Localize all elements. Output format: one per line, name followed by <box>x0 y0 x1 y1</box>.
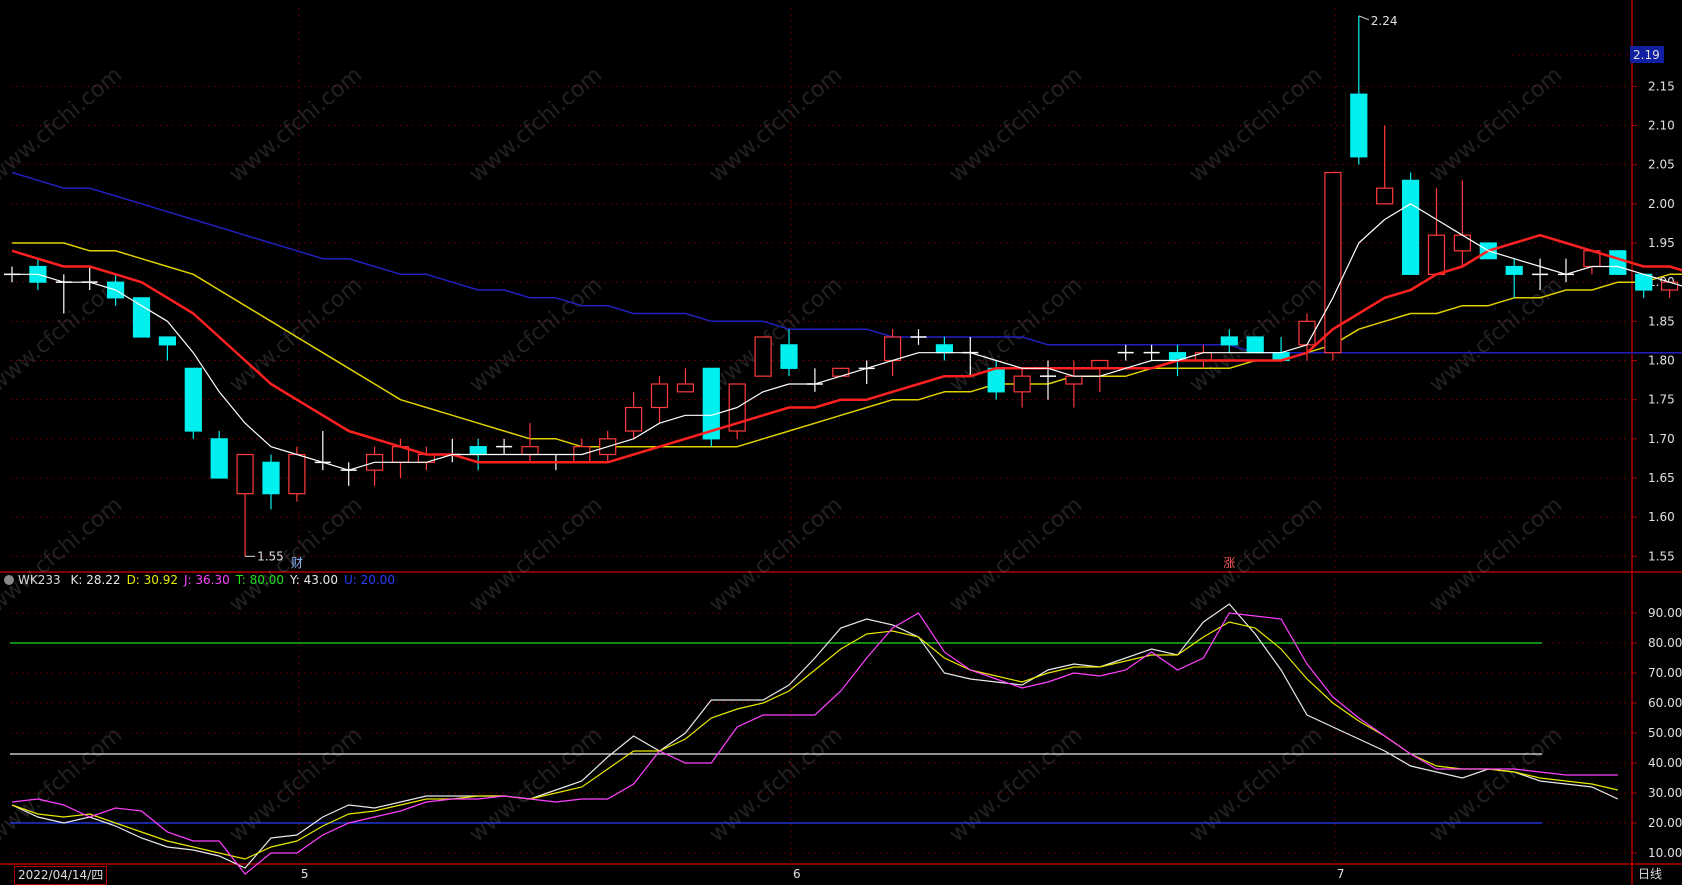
watermark-text: www.cfchi.com <box>465 492 607 617</box>
price-tick-label: 2.05 <box>1648 158 1675 172</box>
candle-body <box>1453 234 1472 252</box>
watermark-text: www.cfchi.com <box>225 272 367 397</box>
indicator-tick-label: 80.00 <box>1648 636 1682 650</box>
watermark-text: www.cfchi.com <box>465 272 607 397</box>
period-label[interactable]: 日线 <box>1638 866 1662 883</box>
watermark-text: www.cfchi.com <box>1425 272 1567 397</box>
legend-item: K: 28.22 <box>70 573 121 587</box>
price-tick-label: 1.75 <box>1648 393 1675 407</box>
watermark-text: www.cfchi.com <box>1425 722 1567 847</box>
high-pointer <box>1358 15 1369 21</box>
candle-body <box>132 297 151 338</box>
watermark-text: www.cfchi.com <box>1185 722 1327 847</box>
price-tick-label: 1.85 <box>1648 314 1675 328</box>
price-tick-label: 1.95 <box>1648 236 1675 250</box>
watermark-text: www.cfchi.com <box>225 722 367 847</box>
candle-body <box>288 453 306 495</box>
candle-body <box>469 446 487 456</box>
indicator-tick-label: 10.00 <box>1648 846 1682 860</box>
price-tick-label: 1.60 <box>1648 510 1675 524</box>
candle-body <box>1065 375 1083 385</box>
watermark-text: www.cfchi.com <box>1185 492 1327 617</box>
candle-body <box>987 367 1005 393</box>
legend-item: D: 30.92 <box>126 573 179 587</box>
event-marker: 财 <box>291 556 303 570</box>
indicator-tick-label: 30.00 <box>1648 786 1682 800</box>
candle-body <box>1298 320 1316 346</box>
watermark-text: www.cfchi.com <box>945 492 1087 617</box>
watermark-text: www.cfchi.com <box>705 722 847 847</box>
price-tick-label: 2.10 <box>1648 119 1675 133</box>
watermark-text: www.cfchi.com <box>0 492 127 617</box>
month-label: 7 <box>1337 867 1345 881</box>
legend-item: J: 36.30 <box>184 573 230 587</box>
candle-body <box>210 438 228 479</box>
candle-body <box>521 446 539 456</box>
price-tick-label: 2.15 <box>1648 79 1675 93</box>
watermark-text: www.cfchi.com <box>705 272 847 397</box>
candle-body <box>780 344 798 369</box>
candle-body <box>1505 265 1523 275</box>
candle-body <box>1350 93 1368 158</box>
chart-stage: 1.551.601.651.701.751.801.851.901.952.00… <box>0 0 1682 885</box>
price-tick-label: 2.00 <box>1648 197 1675 211</box>
candle-body <box>624 406 643 432</box>
candle-body <box>754 336 772 377</box>
indicator-name: WK233 <box>18 573 61 587</box>
month-label: 6 <box>793 867 801 881</box>
candle-body <box>1401 179 1420 275</box>
low-annotation: 1.55 <box>257 549 284 563</box>
watermark-text: www.cfchi.com <box>1425 492 1567 617</box>
candle-body <box>1376 187 1394 205</box>
candle-body <box>1635 273 1653 291</box>
indicator-tick-label: 20.00 <box>1648 816 1682 830</box>
indicator-tick-label: 50.00 <box>1648 726 1682 740</box>
candle-body <box>883 336 902 362</box>
legend-item: Y: 43.00 <box>290 573 338 587</box>
legend-item: T: 80.00 <box>235 573 284 587</box>
indicator-tick-label: 90.00 <box>1648 606 1682 620</box>
candle-body <box>184 367 202 432</box>
candle-body <box>1427 234 1446 275</box>
candle-body <box>262 461 280 495</box>
candle-body <box>1609 250 1627 275</box>
current-date-label: 2022/04/14/四 <box>14 866 108 885</box>
candle-body <box>1246 336 1264 354</box>
price-tick-label: 1.70 <box>1648 432 1675 446</box>
price-tick-label: 1.55 <box>1648 549 1675 563</box>
candle-body <box>236 453 254 495</box>
candle-body <box>1220 336 1238 346</box>
indicator-tick-label: 70.00 <box>1648 666 1682 680</box>
price-tag: 2.19 <box>1633 48 1660 62</box>
price-tick-label: 1.65 <box>1648 471 1675 485</box>
legend-item: U: 20.00 <box>343 573 395 587</box>
candle-body <box>158 336 176 346</box>
indicator-settings-icon[interactable] <box>4 575 14 585</box>
indicator-tick-label: 40.00 <box>1648 756 1682 770</box>
candle-body <box>650 383 669 409</box>
month-label: 5 <box>301 867 309 881</box>
indicator-legend: WK233 K: 28.22 D: 30.92 J: 36.30 T: 80.00 Y:… <box>0 573 407 591</box>
high-annotation: 2.24 <box>1371 14 1398 28</box>
event-marker: 涨 <box>1223 555 1235 570</box>
chart-canvas: 1.551.601.651.701.751.801.851.901.952.00… <box>0 0 1682 885</box>
indicator-tick-label: 60.00 <box>1648 696 1682 710</box>
price-tick-label: 1.80 <box>1648 354 1675 368</box>
watermark-text: www.cfchi.com <box>0 722 127 847</box>
watermark-text: www.cfchi.com <box>945 722 1087 847</box>
candle-body <box>1013 375 1031 393</box>
indicator-values: K: 28.22 D: 30.92 J: 36.30 T: 80.00 Y: 43.00… <box>70 573 400 587</box>
candle-body <box>935 344 954 354</box>
watermark-text: www.cfchi.com <box>705 492 847 617</box>
candle-body <box>676 383 695 393</box>
